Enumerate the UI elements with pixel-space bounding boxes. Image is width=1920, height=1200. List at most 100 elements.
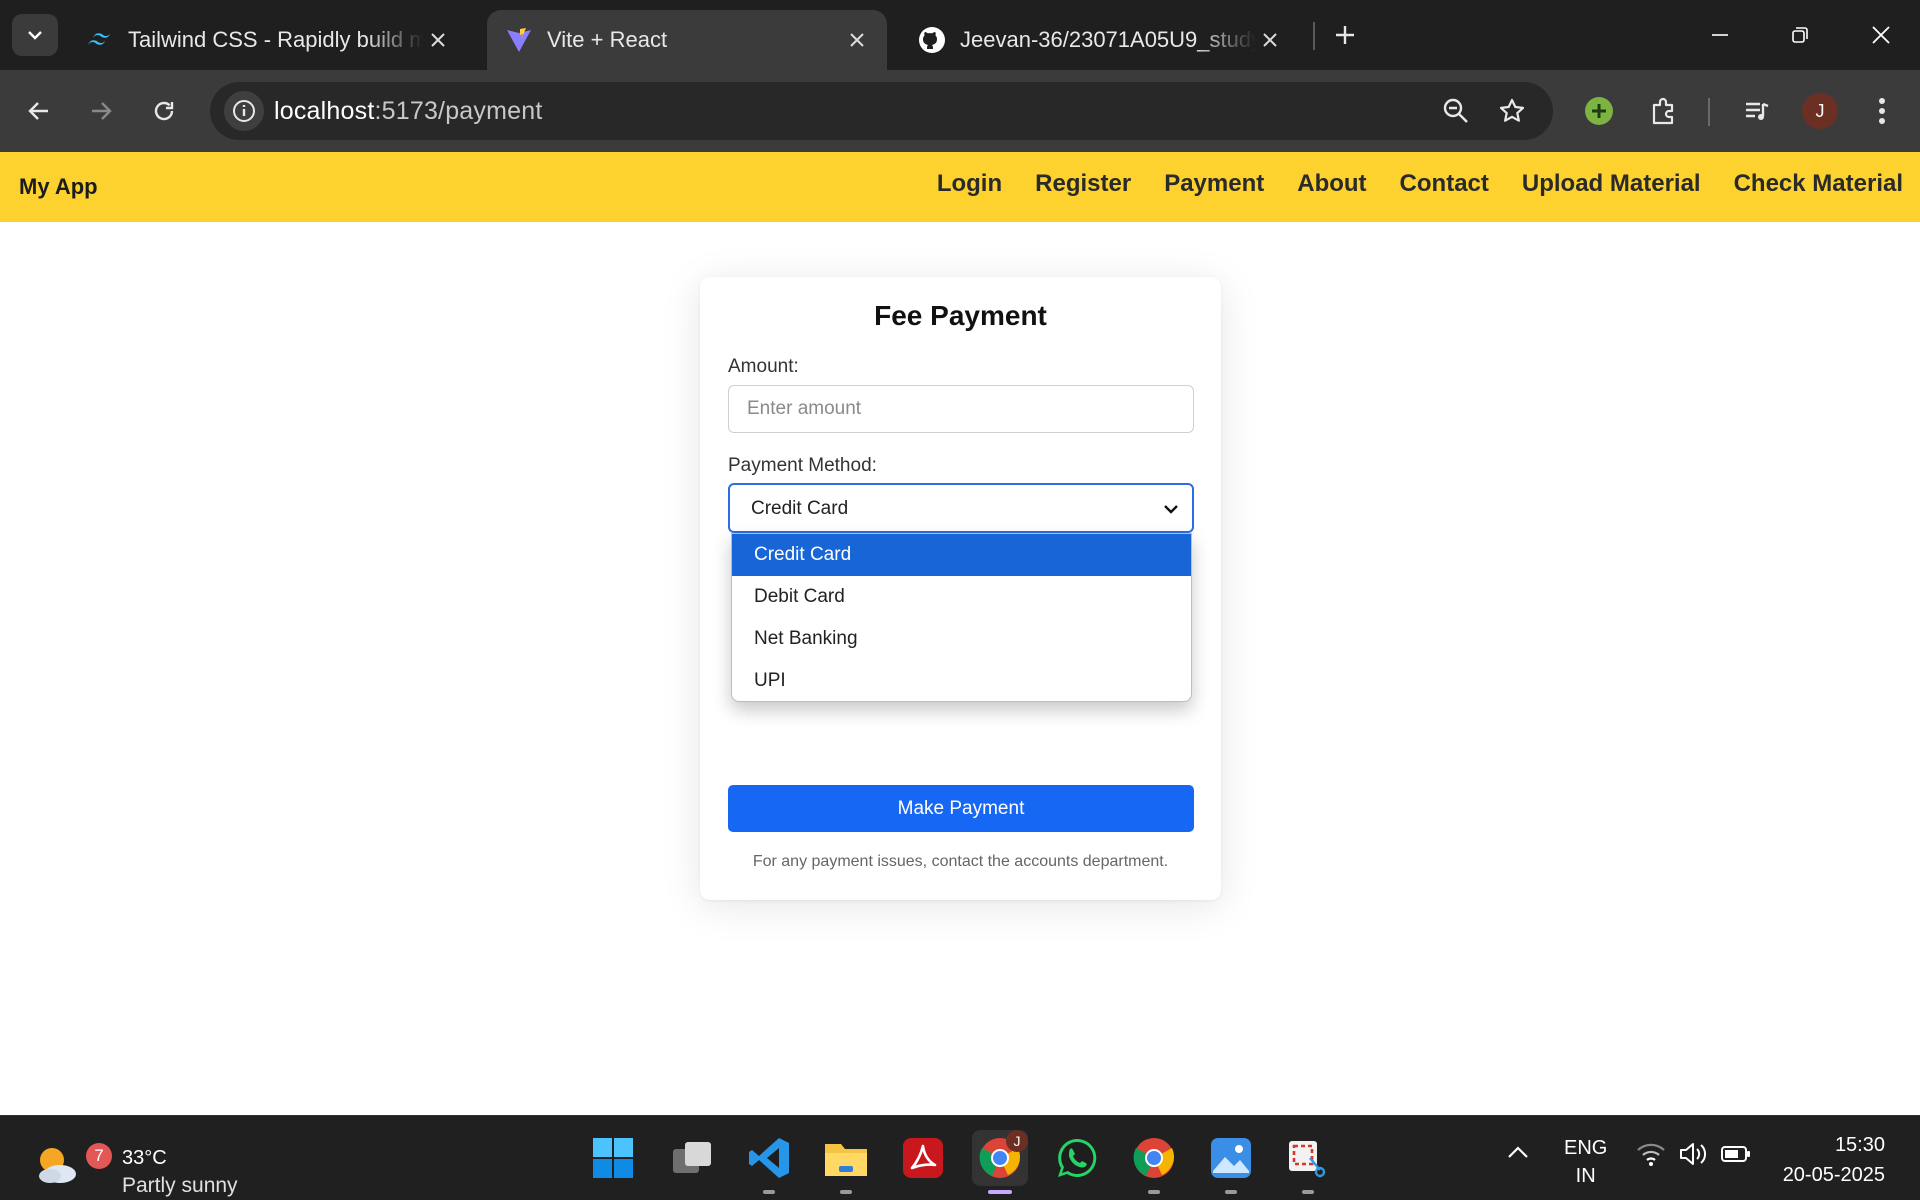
browser-tab-strip: Tailwind CSS - Rapidly build mo Vite + R… xyxy=(0,0,1920,70)
running-indicator xyxy=(840,1190,852,1194)
chevron-down-icon xyxy=(28,31,42,40)
volume-icon[interactable] xyxy=(1678,1140,1710,1173)
folder-icon xyxy=(825,1144,867,1176)
nav-links: Login Register Payment About Contact Upl… xyxy=(904,170,1903,198)
fee-payment-card: Fee Payment Amount: Payment Method: Cred… xyxy=(700,277,1221,900)
nav-link-login[interactable]: Login xyxy=(937,170,1002,198)
chrome-profile-badge: J xyxy=(1006,1130,1028,1152)
option-debit-card[interactable]: Debit Card xyxy=(732,576,1191,618)
task-view-button[interactable] xyxy=(664,1130,720,1186)
weather-temperature: 33°C xyxy=(122,1147,167,1169)
url-path: :5173/payment xyxy=(374,97,543,125)
tab-github[interactable]: Jeevan-36/23071A05U9_studyc xyxy=(900,10,1300,70)
restore-button[interactable] xyxy=(1770,14,1830,56)
kebab-menu-icon[interactable] xyxy=(1862,91,1902,131)
toolbar-divider xyxy=(1708,98,1710,126)
back-button[interactable] xyxy=(18,90,60,132)
star-icon[interactable] xyxy=(1496,95,1528,127)
browser-toolbar: localhost:5173/payment J xyxy=(0,70,1920,152)
option-upi[interactable]: UPI xyxy=(732,660,1191,702)
make-payment-button[interactable]: Make Payment xyxy=(728,785,1194,832)
payment-method-label: Payment Method: xyxy=(728,455,877,476)
payment-method-dropdown: Credit Card Debit Card Net Banking UPI xyxy=(731,533,1192,702)
taskbar: 7 33°C Partly sunny J ENG IN 15:30 20-05… xyxy=(0,1115,1920,1200)
app-navbar: My App Login Register Payment About Cont… xyxy=(0,152,1920,222)
whatsapp-icon xyxy=(1058,1138,1097,1177)
system-clock[interactable]: 15:30 20-05-2025 xyxy=(1783,1130,1885,1190)
taskbar-file-explorer[interactable] xyxy=(818,1130,874,1194)
partly-sunny-icon xyxy=(39,1148,76,1183)
page-title: Fee Payment xyxy=(874,300,1047,331)
profile-avatar[interactable]: J xyxy=(1802,93,1838,129)
chevron-down-icon xyxy=(1164,505,1178,514)
reload-icon xyxy=(154,101,174,121)
option-net-banking[interactable]: Net Banking xyxy=(732,618,1191,660)
weather-badge: 7 xyxy=(86,1143,112,1169)
tab-separator xyxy=(1313,22,1315,50)
tab-search-button[interactable] xyxy=(12,14,58,56)
minimize-icon xyxy=(1712,34,1728,36)
battery-icon[interactable] xyxy=(1720,1140,1752,1173)
windows-logo-icon xyxy=(593,1138,633,1178)
nav-link-register[interactable]: Register xyxy=(1035,170,1131,198)
url-host: localhost xyxy=(274,97,375,125)
nav-link-check-material[interactable]: Check Material xyxy=(1734,170,1903,198)
weather-condition: Partly sunny xyxy=(122,1174,238,1197)
task-view-icon xyxy=(673,1142,711,1173)
nav-link-about[interactable]: About xyxy=(1297,170,1366,198)
taskbar-photos[interactable] xyxy=(1203,1130,1259,1194)
taskbar-chrome[interactable] xyxy=(1126,1130,1182,1194)
media-controls-icon[interactable] xyxy=(1737,91,1777,131)
minimize-button[interactable] xyxy=(1690,14,1750,56)
taskbar-whatsapp[interactable] xyxy=(1049,1130,1105,1186)
tab-title: Vite + React xyxy=(547,27,668,52)
address-bar[interactable]: localhost:5173/payment xyxy=(210,82,1553,140)
close-icon[interactable] xyxy=(424,26,452,54)
close-icon[interactable] xyxy=(843,26,871,54)
app-brand[interactable]: My App xyxy=(19,174,98,200)
close-icon[interactable] xyxy=(1256,26,1284,54)
running-indicator xyxy=(1225,1190,1237,1194)
forward-button[interactable] xyxy=(80,90,122,132)
close-window-button[interactable] xyxy=(1851,14,1911,56)
arrow-left-icon xyxy=(28,102,48,120)
close-icon xyxy=(1872,26,1890,44)
amount-input[interactable] xyxy=(728,385,1194,433)
taskbar-acrobat[interactable] xyxy=(895,1130,951,1186)
extension-add-icon[interactable] xyxy=(1579,91,1619,131)
payment-help-note: For any payment issues, contact the acco… xyxy=(752,853,1169,870)
payment-method-select[interactable]: Credit Card xyxy=(728,483,1194,533)
extensions-puzzle-icon[interactable] xyxy=(1643,91,1683,131)
tab-vite-react[interactable]: Vite + React xyxy=(487,10,887,70)
taskbar-chrome-profile[interactable]: J xyxy=(972,1130,1028,1194)
nav-link-contact[interactable]: Contact xyxy=(1400,170,1489,198)
input-language[interactable]: ENG IN xyxy=(1564,1134,1607,1190)
taskbar-vscode[interactable] xyxy=(741,1130,797,1194)
taskbar-snipping-tool[interactable] xyxy=(1280,1130,1336,1194)
running-indicator xyxy=(1302,1190,1314,1194)
tray-overflow-button[interactable] xyxy=(1505,1140,1531,1171)
language-code: ENG xyxy=(1564,1137,1608,1159)
region-code: IN xyxy=(1575,1165,1596,1187)
restore-icon xyxy=(1792,27,1808,43)
site-info-icon[interactable] xyxy=(224,91,264,131)
nav-link-upload-material[interactable]: Upload Material xyxy=(1522,170,1701,198)
url-text[interactable]: localhost:5173/payment xyxy=(274,97,542,126)
running-indicator xyxy=(1148,1190,1160,1194)
zoom-icon[interactable] xyxy=(1440,95,1472,127)
payment-method-value: Credit Card xyxy=(751,498,849,519)
vscode-icon xyxy=(749,1138,789,1178)
nav-link-payment[interactable]: Payment xyxy=(1164,170,1264,198)
option-credit-card[interactable]: Credit Card xyxy=(732,534,1191,576)
chevron-up-icon xyxy=(1508,1146,1528,1158)
new-tab-button[interactable] xyxy=(1326,16,1364,54)
start-button[interactable] xyxy=(585,1130,641,1186)
tailwind-icon xyxy=(86,26,114,54)
clock-time: 15:30 xyxy=(1834,1134,1885,1156)
reload-button[interactable] xyxy=(143,90,185,132)
arrow-right-icon xyxy=(92,102,112,120)
wifi-icon[interactable] xyxy=(1636,1140,1666,1173)
photos-icon xyxy=(1211,1138,1251,1178)
tab-tailwind[interactable]: Tailwind CSS - Rapidly build mo xyxy=(68,10,468,70)
plus-icon xyxy=(1336,26,1354,44)
